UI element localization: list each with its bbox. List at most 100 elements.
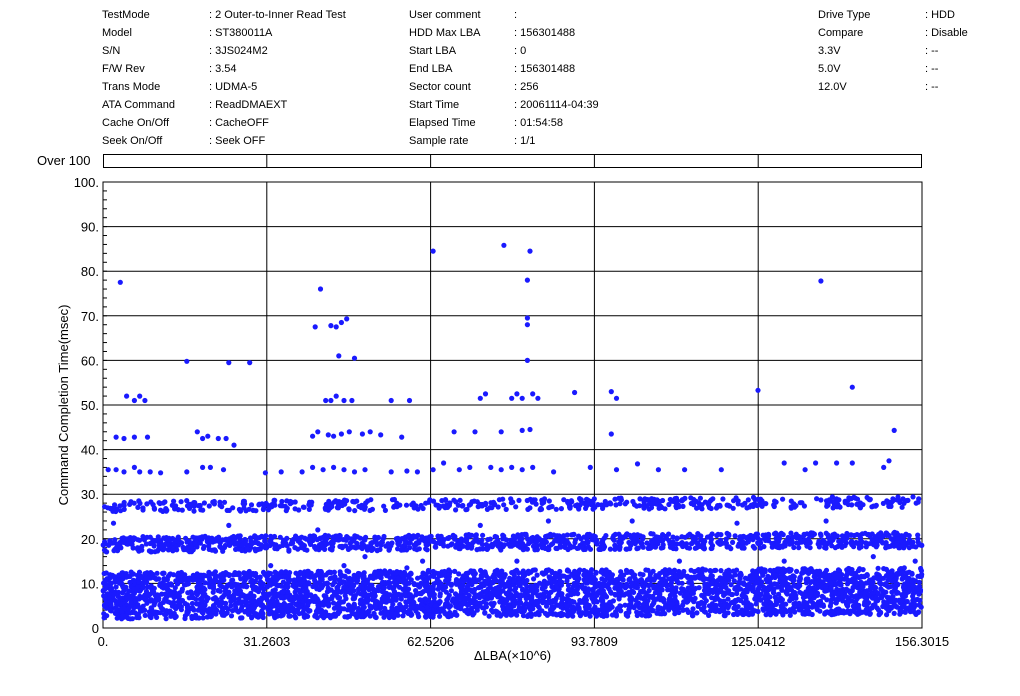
data-point xyxy=(272,587,278,593)
data-point xyxy=(883,545,889,551)
data-point xyxy=(214,573,220,579)
data-point xyxy=(641,499,647,506)
data-point xyxy=(249,540,255,547)
data-point xyxy=(253,535,259,542)
data-point xyxy=(647,606,653,612)
data-point xyxy=(500,532,506,538)
data-point xyxy=(450,596,456,602)
data-point xyxy=(541,571,547,577)
data-point xyxy=(820,594,827,600)
data-point xyxy=(499,579,505,585)
data-point xyxy=(159,591,165,597)
data-point xyxy=(130,545,136,551)
data-point xyxy=(599,539,605,546)
data-point xyxy=(620,577,626,583)
data-point xyxy=(735,501,741,507)
data-point xyxy=(513,504,519,510)
data-point xyxy=(529,499,536,505)
data-point xyxy=(546,498,552,504)
data-point xyxy=(469,543,475,549)
data-point xyxy=(767,612,774,618)
data-point xyxy=(559,600,565,606)
data-point xyxy=(244,546,250,552)
data-point xyxy=(907,537,913,543)
data-point xyxy=(608,501,614,507)
data-point xyxy=(375,534,381,541)
data-point xyxy=(575,591,581,597)
data-point xyxy=(860,567,866,573)
data-point xyxy=(128,600,134,606)
data-point xyxy=(756,585,762,591)
data-point xyxy=(532,567,538,573)
data-point xyxy=(714,591,720,597)
data-point xyxy=(876,532,882,538)
data-point xyxy=(877,611,883,617)
data-point xyxy=(639,612,645,618)
data-point xyxy=(416,546,422,552)
data-point xyxy=(248,502,255,508)
data-point xyxy=(488,500,494,506)
data-point xyxy=(516,497,522,503)
data-point xyxy=(346,569,352,575)
data-point xyxy=(296,507,302,513)
data-point xyxy=(517,533,524,539)
data-point xyxy=(869,531,875,537)
data-point xyxy=(815,541,821,547)
data-point xyxy=(695,532,702,538)
data-point xyxy=(587,613,593,619)
data-point xyxy=(111,548,117,554)
data-point xyxy=(919,571,925,578)
data-point xyxy=(326,569,332,575)
data-point xyxy=(114,615,120,621)
data-point xyxy=(249,577,255,584)
data-point xyxy=(209,547,215,553)
data-point xyxy=(426,568,432,574)
data-point xyxy=(397,539,403,545)
data-point xyxy=(566,574,573,580)
data-point xyxy=(520,547,526,553)
data-point xyxy=(647,612,653,618)
data-point xyxy=(901,565,907,571)
data-point xyxy=(150,571,156,578)
data-point xyxy=(225,606,231,612)
data-point xyxy=(466,597,472,603)
data-point xyxy=(813,602,819,608)
data-point xyxy=(355,608,362,614)
data-point xyxy=(153,576,159,582)
data-point xyxy=(801,531,807,538)
data-point xyxy=(157,610,163,616)
data-point xyxy=(604,613,610,619)
data-point xyxy=(221,499,228,505)
data-point xyxy=(805,540,811,546)
data-point xyxy=(282,503,288,509)
data-point xyxy=(542,610,549,617)
data-point xyxy=(673,585,679,591)
data-point xyxy=(358,591,364,597)
data-point xyxy=(405,586,412,592)
data-point xyxy=(558,506,565,512)
data-point xyxy=(752,596,758,602)
data-point xyxy=(299,534,305,540)
data-point xyxy=(878,586,884,592)
data-point xyxy=(715,531,721,537)
data-point xyxy=(565,567,571,573)
data-point xyxy=(618,534,624,540)
data-point xyxy=(201,500,207,506)
data-point xyxy=(758,496,764,502)
data-point xyxy=(875,590,881,597)
data-point xyxy=(640,536,646,542)
data-point xyxy=(323,613,329,619)
data-point xyxy=(470,578,477,584)
data-point xyxy=(240,501,246,507)
data-point xyxy=(435,535,442,541)
data-point xyxy=(260,611,266,617)
data-point xyxy=(267,591,273,597)
data-point xyxy=(829,543,835,549)
data-point xyxy=(184,503,191,509)
data-point xyxy=(354,534,360,540)
data-point xyxy=(300,504,306,510)
data-point xyxy=(206,535,212,541)
data-point xyxy=(670,534,676,540)
scatter-chart: 010.20.30.40.50.60.70.80.90.100.0. 31.260… xyxy=(56,154,949,663)
data-point xyxy=(365,597,371,603)
